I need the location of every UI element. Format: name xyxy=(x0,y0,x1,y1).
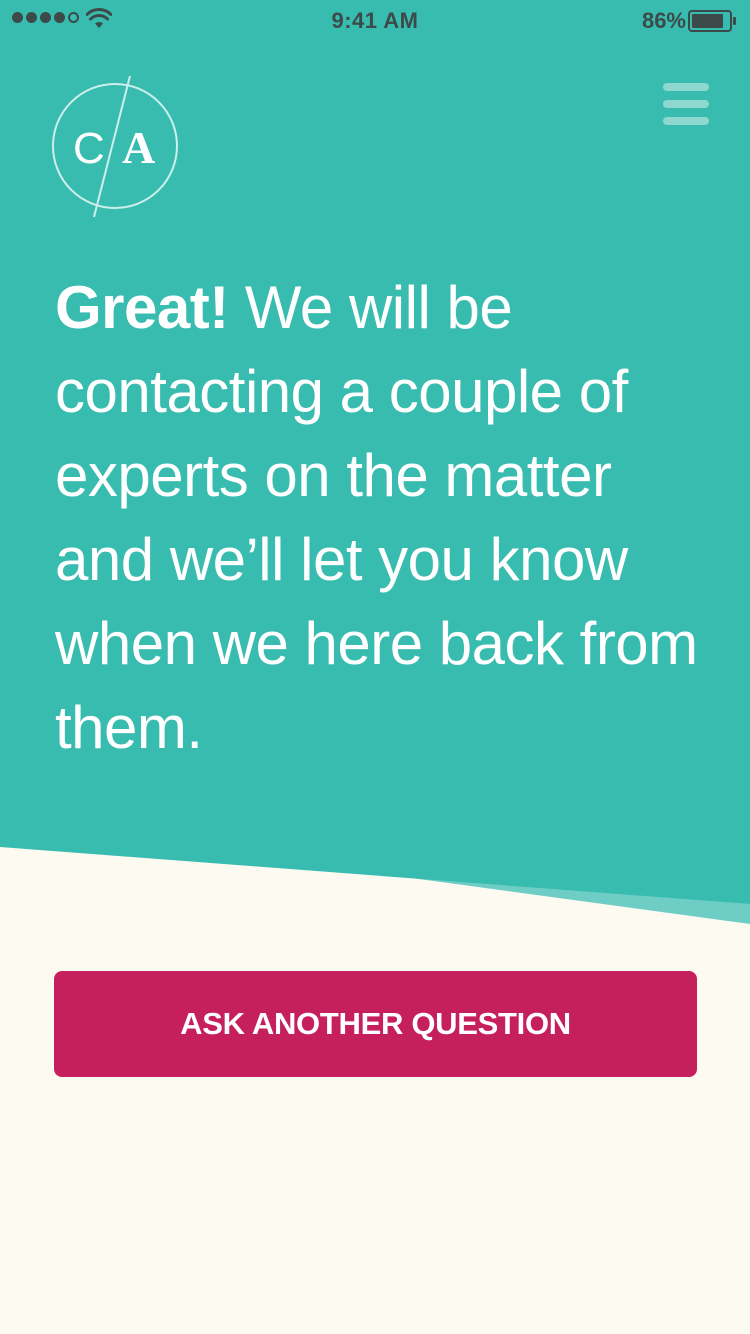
battery-icon xyxy=(688,10,736,32)
logo-letter-c: C xyxy=(73,124,105,173)
status-time: 9:41 AM xyxy=(331,8,419,33)
message-body: We will be contacting a couple of expert… xyxy=(55,274,698,761)
message-emphasis: Great! xyxy=(55,274,229,341)
status-bar: 9:41 AM 86% xyxy=(0,0,750,40)
hamburger-menu-icon[interactable] xyxy=(660,80,712,128)
confirmation-screen: 9:41 AM 86% C A Great! We will be contac… xyxy=(0,0,750,1334)
brand-logo: C A xyxy=(52,75,178,218)
ask-another-question-button[interactable]: ASK ANOTHER QUESTION xyxy=(54,971,697,1077)
confirmation-message: Great! We will be contacting a couple of… xyxy=(55,266,715,770)
logo-letter-a: A xyxy=(122,122,155,173)
battery-percentage: 86% xyxy=(641,8,686,33)
